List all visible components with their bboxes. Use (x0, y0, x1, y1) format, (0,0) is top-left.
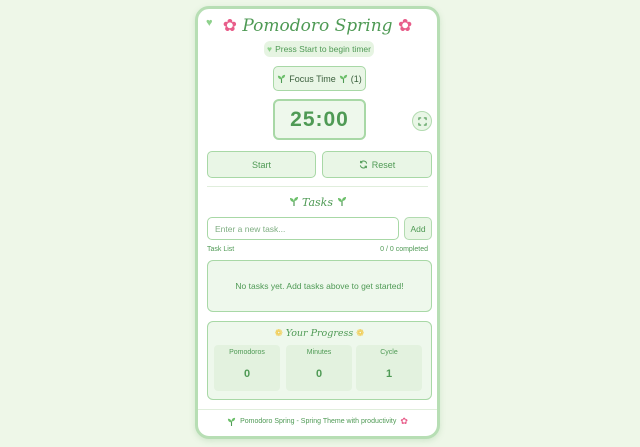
mode-count: (1) (350, 73, 362, 84)
task-list-label: Task List (207, 246, 235, 253)
footer: Pomodoro Spring - Spring Theme with prod… (198, 416, 437, 427)
stat-label: Pomodoros (229, 349, 265, 356)
footer-text: Pomodoro Spring - Spring Theme with prod… (240, 418, 397, 425)
stat-value: 1 (385, 368, 393, 380)
progress-panel: ❁ Your Progress ❁ Pomodoros 0 Minutes 0 … (207, 321, 432, 400)
stat-minutes: Minutes 0 (286, 345, 352, 391)
cherry-blossom-icon: ✿ (222, 16, 238, 36)
seedling-icon (339, 74, 347, 83)
stat-label: Cycle (380, 349, 398, 356)
add-label: Add (410, 223, 426, 234)
tasks-title: Tasks (198, 196, 437, 209)
tasks-title-text: Tasks (302, 196, 333, 209)
app-title: ✿ Pomodoro Spring ✿ (198, 16, 437, 36)
app-title-text: Pomodoro Spring (242, 16, 393, 36)
timer-display: 25:00 (273, 99, 366, 140)
empty-message: No tasks yet. Add tasks above to get sta… (235, 281, 404, 291)
reset-button[interactable]: Reset (322, 151, 432, 178)
stat-value: 0 (243, 368, 251, 380)
cherry-blossom-icon: ✿ (397, 16, 413, 36)
stat-pomodoros: Pomodoros 0 (214, 345, 280, 391)
progress-title-text: Your Progress (285, 328, 354, 339)
seedling-icon (337, 197, 346, 206)
add-task-button[interactable]: Add (404, 217, 432, 240)
divider (207, 186, 428, 187)
status-badge: ♥ Press Start to begin timer (264, 41, 374, 57)
heart-icon: ♥ (267, 44, 273, 54)
start-button[interactable]: Start (207, 151, 316, 178)
stat-cycle: Cycle 1 (356, 345, 422, 391)
cherry-blossom-icon: ✿ (400, 416, 408, 426)
divider (198, 409, 437, 410)
refresh-icon (359, 160, 367, 169)
status-text: Press Start to begin timer (275, 44, 371, 54)
progress-title: ❁ Your Progress ❁ (208, 328, 431, 339)
reset-label: Reset (371, 159, 396, 170)
seedling-icon (278, 74, 286, 83)
stat-value: 0 (315, 368, 323, 380)
seedling-icon (227, 417, 236, 426)
seedling-icon (289, 197, 298, 206)
mode-label: Focus Time (289, 73, 336, 84)
sunflower-icon: ❁ (356, 328, 365, 339)
fullscreen-button[interactable] (412, 111, 432, 131)
task-list: No tasks yet. Add tasks above to get sta… (207, 260, 432, 312)
stat-label: Minutes (306, 349, 332, 356)
task-count: 0 / 0 completed (380, 246, 428, 253)
expand-icon (417, 116, 427, 126)
pomodoro-card: ♥ ✿ Pomodoro Spring ✿ ♥ Press Start to b… (195, 6, 440, 439)
sunflower-icon: ❁ (274, 328, 283, 339)
start-label: Start (251, 159, 271, 170)
mode-button[interactable]: Focus Time (1) (273, 66, 366, 91)
task-input[interactable] (207, 217, 399, 240)
